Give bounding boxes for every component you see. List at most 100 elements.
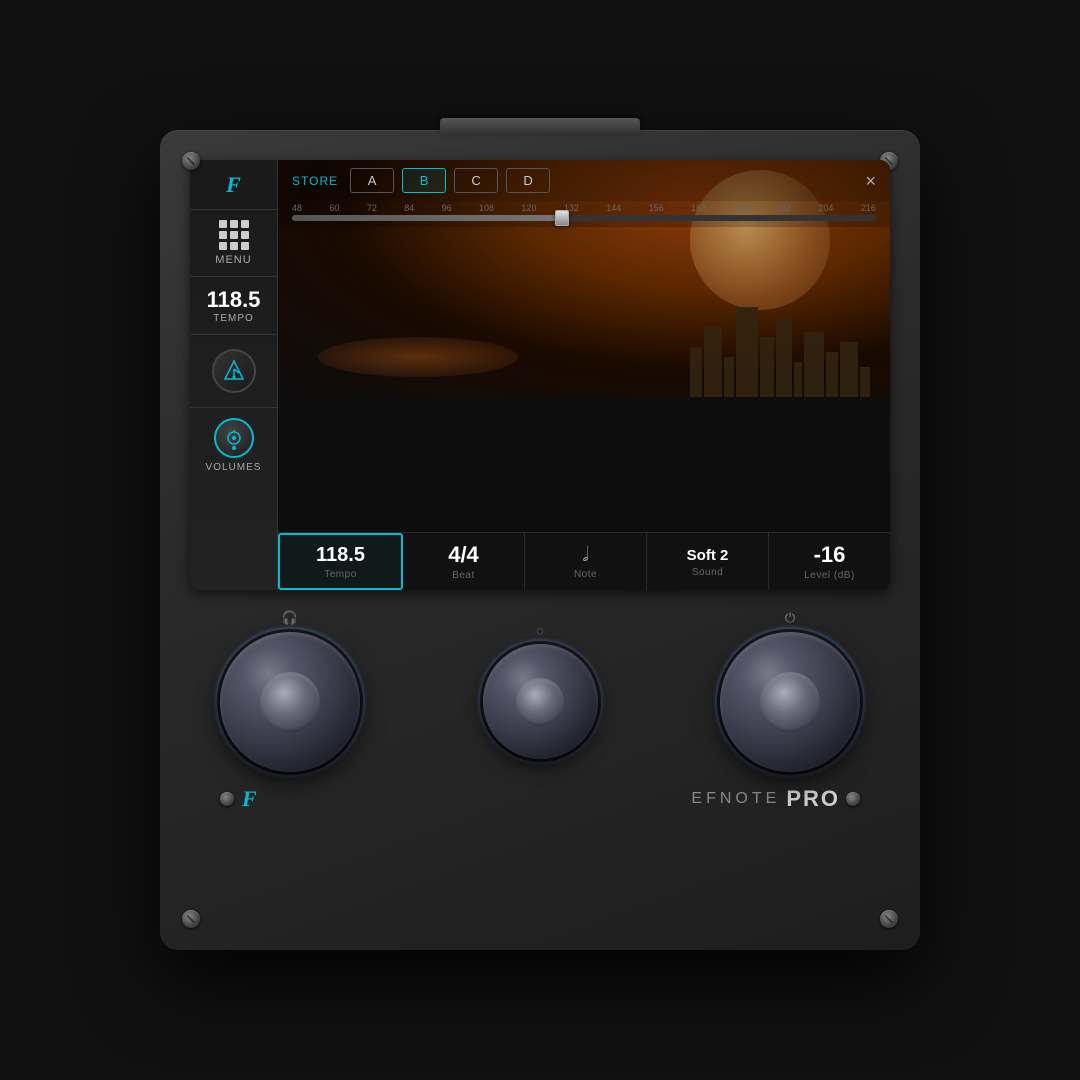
knob-right[interactable] — [720, 632, 860, 772]
brand-model: PRO — [786, 786, 840, 812]
brand-left: F — [220, 786, 257, 812]
grid-dot — [219, 220, 227, 228]
menu-button[interactable]: MENU — [190, 210, 277, 277]
preset-b-button[interactable]: B — [402, 168, 446, 193]
sidebar-logo-area: F — [190, 160, 277, 210]
building — [804, 332, 824, 397]
sidebar-tempo-value: 118.5 — [207, 287, 261, 313]
beat-value: 4/4 — [448, 544, 479, 566]
beat-cell[interactable]: 4/4 Beat — [403, 533, 525, 590]
metronome-button[interactable] — [190, 335, 277, 408]
marker-180: 180 — [734, 203, 749, 213]
note-icon: 𝅗𝅥 — [582, 545, 588, 565]
building — [794, 362, 802, 397]
store-label: STORE — [292, 174, 338, 188]
preset-c-button[interactable]: C — [454, 168, 498, 193]
controls-bar: STORE A B C D × — [278, 160, 890, 201]
level-cell[interactable]: -16 Level (dB) — [769, 533, 890, 590]
sound-label: Sound — [692, 567, 723, 578]
screw-bottom-left — [182, 910, 200, 928]
building — [760, 337, 774, 397]
marker-120: 120 — [521, 203, 536, 213]
grid-dot — [230, 220, 238, 228]
marker-72: 72 — [367, 203, 377, 213]
volumes-button[interactable]: VOLUMES — [190, 408, 277, 483]
grid-dot — [241, 242, 249, 250]
knob-middle-group: ◌ — [483, 623, 598, 759]
marker-60: 60 — [329, 203, 339, 213]
marker-192: 192 — [776, 203, 791, 213]
device-body: F MENU 118.5 TEMPO — [160, 130, 920, 950]
slider-fill — [292, 215, 566, 221]
building — [776, 317, 792, 397]
menu-label: MENU — [215, 254, 251, 266]
grid-dot — [219, 231, 227, 239]
brand-name: EFNOTE — [691, 790, 780, 808]
grid-dot — [230, 242, 238, 250]
knob-left[interactable] — [220, 632, 360, 772]
screw-top-left — [182, 152, 200, 170]
sidebar-logo: F — [226, 172, 241, 198]
marker-96: 96 — [442, 203, 452, 213]
knobs-section: 🎧 ◌ ⏻ — [190, 590, 890, 782]
metronome-icon — [212, 349, 256, 393]
level-label: Level (dB) — [804, 570, 855, 581]
note-cell[interactable]: 𝅗𝅥 Note — [525, 533, 647, 590]
preset-a-button[interactable]: A — [350, 168, 394, 193]
slider-markers: 48 60 72 84 96 108 120 132 144 156 168 1… — [292, 203, 876, 213]
sidebar-tempo: 118.5 TEMPO — [190, 277, 277, 335]
close-button[interactable]: × — [865, 172, 876, 190]
bg-buildings — [690, 307, 870, 397]
sidebar-tempo-label: TEMPO — [213, 313, 254, 324]
grid-dot — [241, 231, 249, 239]
grid-icon — [219, 220, 249, 250]
main-display: STORE A B C D × 48 60 72 84 96 108 120 1… — [278, 160, 890, 590]
knob-middle[interactable] — [483, 644, 598, 759]
info-bar: 118.5 Tempo 4/4 Beat 𝅗𝅥 Note Soft 2 Soun… — [278, 532, 890, 590]
knob-left-group: 🎧 — [220, 610, 360, 772]
tempo-slider-area: 48 60 72 84 96 108 120 132 144 156 168 1… — [278, 201, 890, 227]
marker-216: 216 — [861, 203, 876, 213]
marker-204: 204 — [818, 203, 833, 213]
tempo-label: Tempo — [324, 569, 357, 580]
level-value: -16 — [814, 544, 846, 566]
headphones-icon: 🎧 — [282, 610, 298, 626]
building — [736, 307, 758, 397]
volumes-label: VOLUMES — [206, 462, 262, 473]
building — [690, 347, 702, 397]
marker-84: 84 — [404, 203, 414, 213]
preset-d-button[interactable]: D — [506, 168, 550, 193]
note-label: Note — [574, 569, 597, 580]
marker-48: 48 — [292, 203, 302, 213]
grid-dot — [241, 220, 249, 228]
tempo-slider-track[interactable] — [292, 215, 876, 221]
power-icon: ⏻ — [785, 610, 795, 626]
screw-brand-right — [846, 792, 860, 806]
building — [860, 367, 870, 397]
brand-f-logo: F — [242, 786, 257, 812]
beat-label: Beat — [452, 570, 475, 581]
sidebar: F MENU 118.5 TEMPO — [190, 160, 278, 590]
input-icon: ◌ — [536, 623, 544, 638]
bg-clouds — [318, 337, 518, 377]
tempo-cell[interactable]: 118.5 Tempo — [278, 533, 403, 590]
building — [724, 357, 734, 397]
building — [826, 352, 838, 397]
building — [704, 327, 722, 397]
brand-right: EFNOTE PRO — [691, 786, 860, 812]
grid-dot — [219, 242, 227, 250]
marker-108: 108 — [479, 203, 494, 213]
grid-dot — [230, 231, 238, 239]
screw-bottom-right — [880, 910, 898, 928]
tempo-value: 118.5 — [316, 545, 365, 565]
building — [840, 342, 858, 397]
sound-value: Soft 2 — [687, 548, 729, 563]
screw-brand-left — [220, 792, 234, 806]
volumes-knob-icon — [214, 418, 254, 458]
sound-cell[interactable]: Soft 2 Sound — [647, 533, 769, 590]
marker-156: 156 — [649, 203, 664, 213]
bottom-brand: F EFNOTE PRO — [190, 786, 890, 812]
slider-thumb[interactable] — [555, 210, 569, 226]
knob-right-group: ⏻ — [720, 610, 860, 772]
display: F MENU 118.5 TEMPO — [190, 160, 890, 590]
